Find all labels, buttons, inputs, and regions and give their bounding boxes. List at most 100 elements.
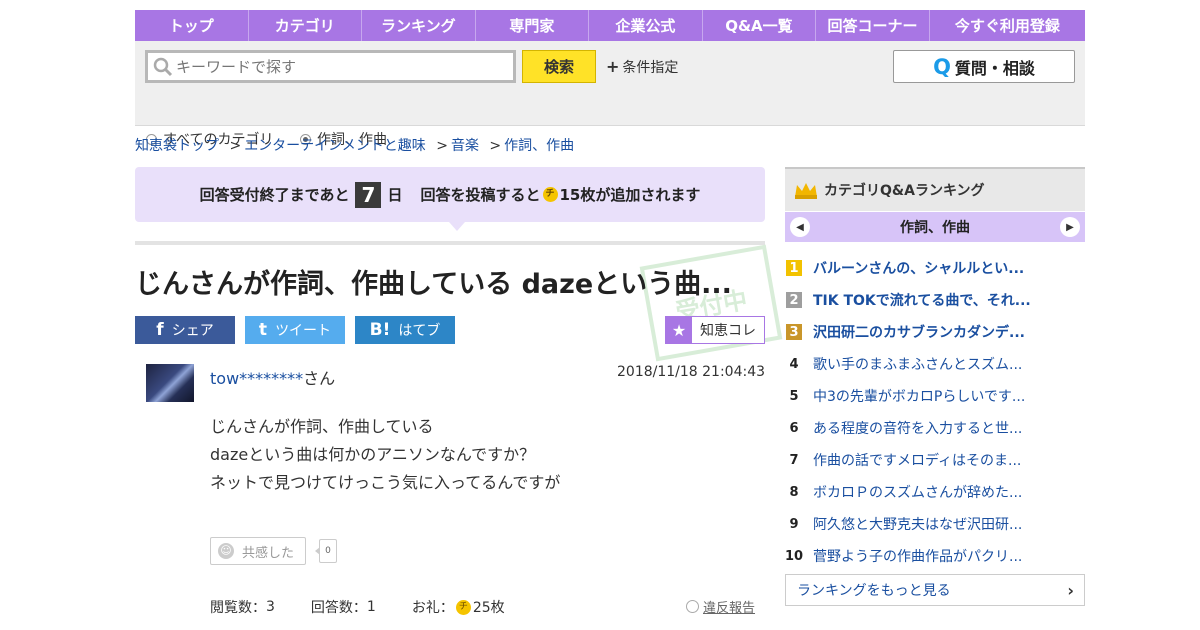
rank-number: 3 <box>786 324 802 340</box>
global-nav: トップ カテゴリ ランキング 専門家 企業公式 Q&A一覧 回答コーナー 今すぐ… <box>135 10 1085 41</box>
body-line: dazeという曲は何かのアニソンなんですか？ <box>210 445 536 464</box>
divider <box>135 241 765 245</box>
nav-official[interactable]: 企業公式 <box>589 10 703 41</box>
ranking-item: 7 作曲の話ですメロディはそのま... <box>785 444 1085 476</box>
ask-label: 質問・相談 <box>954 58 1035 78</box>
ranking-link[interactable]: 阿久悠と大野克夫はなぜ沢田研... <box>813 514 1022 534</box>
ranking-link[interactable]: ボカロＰのスズムさんが辞めた... <box>813 482 1022 502</box>
user-link[interactable]: tow******** <box>210 369 303 388</box>
ranking-item: 3 沢田研二のカサブランカダンデ... <box>785 316 1085 348</box>
ranking-item: 5 中3の先輩がボカロPらしいです... <box>785 380 1085 412</box>
views-count: 3 <box>266 599 275 615</box>
sympathy-count: 0 <box>315 539 337 563</box>
nav-top[interactable]: トップ <box>135 10 249 41</box>
rank-number: 5 <box>789 388 799 404</box>
hatena-label: はてブ <box>398 323 441 339</box>
next-category-arrow-icon[interactable]: ▶ <box>1060 217 1080 237</box>
prev-category-arrow-icon[interactable]: ◀ <box>790 217 810 237</box>
smile-icon: ☺ <box>218 543 234 559</box>
ranking-item: 2 TIK TOKで流れてる曲で、それ... <box>785 284 1085 316</box>
questioner-name: tow********さん <box>210 365 335 389</box>
deadline-banner: 回答受付終了まであと 7 日 回答を投稿すると チ 15枚が追加されます <box>135 167 765 222</box>
sympathy-label: 共感した <box>242 545 295 561</box>
views-label: 閲覧数： <box>210 600 266 616</box>
banner-unit: 日 <box>387 186 403 204</box>
nav-ranking[interactable]: ランキング <box>362 10 476 41</box>
report-label: 違反報告 <box>703 601 756 616</box>
more-ranking-label: ランキングをもっと見る <box>797 583 951 599</box>
banner-pointer <box>449 222 465 231</box>
search-box[interactable] <box>145 50 516 83</box>
ranking-link[interactable]: 沢田研二のカサブランカダンデ... <box>813 322 1025 342</box>
sympathy-button[interactable]: ☺ 共感した <box>210 537 306 565</box>
star-icon: ★ <box>666 317 692 343</box>
nav-register[interactable]: 今すぐ利用登録 <box>930 10 1085 41</box>
rank-number: 7 <box>789 452 799 468</box>
rank-number: 8 <box>789 484 799 500</box>
more-ranking-link[interactable]: ランキングをもっと見る › <box>785 574 1085 606</box>
ranking-link[interactable]: 中3の先輩がボカロPらしいです... <box>813 386 1025 406</box>
twitter-share-button[interactable]: t ツイート <box>245 316 345 344</box>
breadcrumb-item[interactable]: 知恵袋トップ <box>135 138 219 154</box>
nav-qa-list[interactable]: Q&A一覧 <box>703 10 817 41</box>
answers-label: 回答数： <box>310 600 367 616</box>
honorific: さん <box>303 369 336 388</box>
ranking-link[interactable]: ある程度の音符を入力すると世... <box>813 418 1022 438</box>
banner-suffix: 15枚が追加されます <box>559 186 701 204</box>
ask-question-button[interactable]: Q 質問・相談 <box>893 50 1075 83</box>
question-title: じんさんが作詞、作曲している dazeという曲... <box>135 269 732 300</box>
nav-answer-corner[interactable]: 回答コーナー <box>816 10 930 41</box>
chie-collection-label: 知恵コレ <box>700 323 756 339</box>
ranking-item: 1 バルーンさんの、シャルルとい... <box>785 252 1085 284</box>
hatena-bookmark-button[interactable]: B! はてブ <box>355 316 455 344</box>
days-remaining: 7 <box>355 181 382 208</box>
reward-amount: 25枚 <box>472 600 505 616</box>
breadcrumb-item[interactable]: 音楽 <box>451 138 479 154</box>
twitter-icon: t <box>258 320 268 340</box>
coin-icon: チ <box>542 187 558 202</box>
breadcrumb: 知恵袋トップ > エンターテインメントと趣味 > 音楽 > 作詞、作曲 <box>135 135 574 155</box>
ranking-link[interactable]: 作曲の話ですメロディはそのま... <box>813 450 1021 470</box>
chie-collection-button[interactable]: ★ 知恵コレ <box>665 316 765 344</box>
ranking-item: 10 菅野よう子の作曲作品がパクリ... <box>785 540 1085 572</box>
breadcrumb-separator: > <box>489 138 502 154</box>
body-line: ネットで見つけてけっこう気に入ってるんですが <box>210 473 561 492</box>
chevron-right-icon: › <box>1067 581 1074 600</box>
ranking-link[interactable]: TIK TOKで流れてる曲で、それ... <box>813 290 1031 310</box>
post-date: 2018/11/18 21:04:43 <box>617 364 766 380</box>
conditions-link[interactable]: + 条件指定 <box>606 57 678 77</box>
rank-number: 1 <box>786 260 802 276</box>
answers-count: 1 <box>366 599 376 615</box>
breadcrumb-separator: > <box>436 138 448 154</box>
ranking-category: 作詞、作曲 <box>900 220 970 236</box>
ranking-category-bar: ◀ 作詞、作曲 ▶ <box>785 212 1085 242</box>
ranking-item: 4 歌い手のまふまふさんとスズム... <box>785 348 1085 380</box>
rank-number: 4 <box>789 356 799 372</box>
facebook-icon: f <box>156 320 164 340</box>
report-link[interactable]: 違反報告 <box>686 597 755 616</box>
ranking-item: 6 ある程度の音符を入力すると世... <box>785 412 1085 444</box>
reward-label: お礼： <box>411 600 454 616</box>
avatar[interactable] <box>146 364 194 402</box>
ranking-link[interactable]: バルーンさんの、シャルルとい... <box>813 258 1024 278</box>
breadcrumb-item[interactable]: エンターテインメントと趣味 <box>244 138 426 154</box>
hatena-icon: B! <box>369 320 391 340</box>
breadcrumb-item[interactable]: 作詞、作曲 <box>504 138 574 154</box>
rank-number: 2 <box>786 292 802 308</box>
search-input[interactable] <box>174 56 498 77</box>
question-icon: Q <box>933 54 951 79</box>
ranking-link[interactable]: 菅野よう子の作曲作品がパクリ... <box>813 546 1022 566</box>
search-button[interactable]: 検索 <box>522 50 596 83</box>
question-body: じんさんが作詞、作曲している dazeという曲は何かのアニソンなんですか？ ネッ… <box>210 413 560 497</box>
nav-experts[interactable]: 専門家 <box>476 10 590 41</box>
search-area: 検索 +条件指定 Q質問・相談 すべてのカテゴリ 作詞、作曲 <box>135 41 1085 148</box>
prohibited-icon <box>686 600 699 613</box>
ranking-link[interactable]: 歌い手のまふまふさんとスズム... <box>813 354 1022 374</box>
nav-category[interactable]: カテゴリ <box>249 10 363 41</box>
crown-icon <box>795 183 817 199</box>
header: トップ カテゴリ ランキング 専門家 企業公式 Q&A一覧 回答コーナー 今すぐ… <box>135 10 1085 148</box>
rank-number: 10 <box>784 548 804 564</box>
facebook-share-button[interactable]: f シェア <box>135 316 235 344</box>
breadcrumb-separator: > <box>229 138 242 154</box>
conditions-label: 条件指定 <box>622 60 679 76</box>
